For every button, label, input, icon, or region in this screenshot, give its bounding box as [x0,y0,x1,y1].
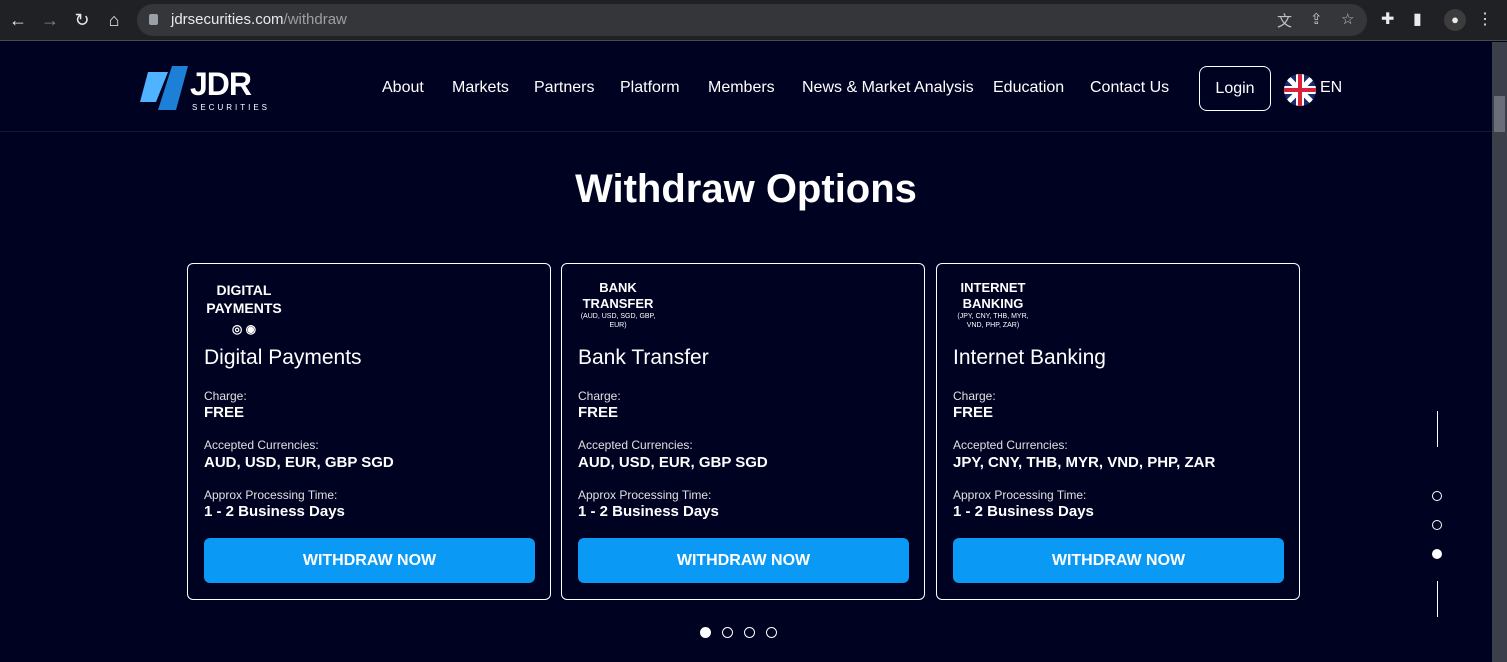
processing-time-value: 1 - 2 Business Days [204,503,345,520]
charge-label: Charge: [204,389,247,403]
withdraw-now-button[interactable]: WITHDRAW NOW [953,538,1284,583]
extensions-icon[interactable]: ✚ [1381,9,1394,29]
withdraw-option-card: INTERNET BANKING (JPY, CNY, THB, MYR, VN… [936,263,1300,600]
site-header: JDR SECURITIES About Markets Partners Pl… [0,42,1492,132]
nav-about[interactable]: About [382,79,424,97]
address-bar[interactable]: jdrsecurities.com/withdraw 文 ⇪ ☆ [137,4,1367,36]
carousel-dot-1[interactable] [700,627,711,638]
profile-icon[interactable]: ● [1444,9,1466,31]
reload-icon[interactable]: ↻ [70,8,94,32]
processing-time-label: Approx Processing Time: [204,488,338,502]
method-logo: INTERNET BANKING (JPY, CNY, THB, MYR, VN… [957,280,1029,329]
method-name: Digital Payments [204,346,362,369]
nav-markets[interactable]: Markets [452,79,509,97]
carousel-dot-4[interactable] [766,627,777,638]
menu-icon[interactable]: ⋮ [1477,9,1493,29]
side-pager-line-top [1437,411,1438,447]
currencies-value: JPY, CNY, THB, MYR, VND, PHP, ZAR [953,454,1216,471]
scrollbar-thumb[interactable] [1494,96,1505,132]
side-pager-line-bottom [1437,581,1438,617]
logo[interactable]: JDR SECURITIES [138,64,268,114]
browser-toolbar: ← → ↻ ⌂ jdrsecurities.com/withdraw 文 ⇪ ☆… [0,0,1507,41]
scrollbar[interactable] [1492,42,1507,662]
processing-time-label: Approx Processing Time: [578,488,712,502]
translate-icon[interactable]: 文 [1277,10,1292,31]
currencies-label: Accepted Currencies: [204,438,319,452]
crypto-coin-icons: ◎ ◉ [231,322,257,336]
nav-education[interactable]: Education [993,79,1064,97]
method-name: Bank Transfer [578,346,709,369]
login-button[interactable]: Login [1199,66,1271,111]
side-panel-icon[interactable]: ▮ [1413,9,1422,29]
side-pager-dot-1[interactable] [1432,491,1442,501]
charge-label: Charge: [578,389,621,403]
charge-value: FREE [578,404,619,421]
charge-label: Charge: [953,389,996,403]
lock-icon [149,14,158,25]
withdraw-option-card: DIGITAL PAYMENTS ◎ ◉ Digital Payments Ch… [187,263,551,600]
charge-value: FREE [953,404,994,421]
nav-members[interactable]: Members [708,79,775,97]
url-text: jdrsecurities.com/withdraw [171,11,347,28]
forward-icon[interactable]: → [38,8,62,32]
charge-value: FREE [204,404,245,421]
nav-news[interactable]: News & Market Analysis [802,79,974,97]
home-icon[interactable]: ⌂ [102,8,126,32]
nav-contact[interactable]: Contact Us [1090,79,1169,97]
method-logo: DIGITAL PAYMENTS ◎ ◉ [204,281,284,338]
method-logo: BANK TRANSFER (AUD, USD, SGD, GBP, EUR) [580,280,656,329]
processing-time-value: 1 - 2 Business Days [578,503,719,520]
withdraw-now-button[interactable]: WITHDRAW NOW [204,538,535,583]
page: JDR SECURITIES About Markets Partners Pl… [0,42,1492,662]
page-title: Withdraw Options [575,167,917,211]
share-icon[interactable]: ⇪ [1310,10,1323,28]
bookmark-star-icon[interactable]: ☆ [1341,10,1354,28]
currencies-value: AUD, USD, EUR, GBP SGD [204,454,394,471]
withdraw-option-card: BANK TRANSFER (AUD, USD, SGD, GBP, EUR) … [561,263,925,600]
uk-flag-icon[interactable] [1284,74,1316,106]
nav-platform[interactable]: Platform [620,79,680,97]
logo-mark-icon [140,66,188,110]
carousel-dot-3[interactable] [744,627,755,638]
back-icon[interactable]: ← [6,8,30,32]
currencies-value: AUD, USD, EUR, GBP SGD [578,454,768,471]
currencies-label: Accepted Currencies: [953,438,1068,452]
carousel-dot-2[interactable] [722,627,733,638]
processing-time-value: 1 - 2 Business Days [953,503,1094,520]
nav-partners[interactable]: Partners [534,79,594,97]
language-selector[interactable]: EN [1320,79,1342,97]
side-pager-dot-2[interactable] [1432,520,1442,530]
withdraw-now-button[interactable]: WITHDRAW NOW [578,538,909,583]
side-pager-dot-3[interactable] [1432,549,1442,559]
currencies-label: Accepted Currencies: [578,438,693,452]
processing-time-label: Approx Processing Time: [953,488,1087,502]
method-name: Internet Banking [953,346,1106,369]
